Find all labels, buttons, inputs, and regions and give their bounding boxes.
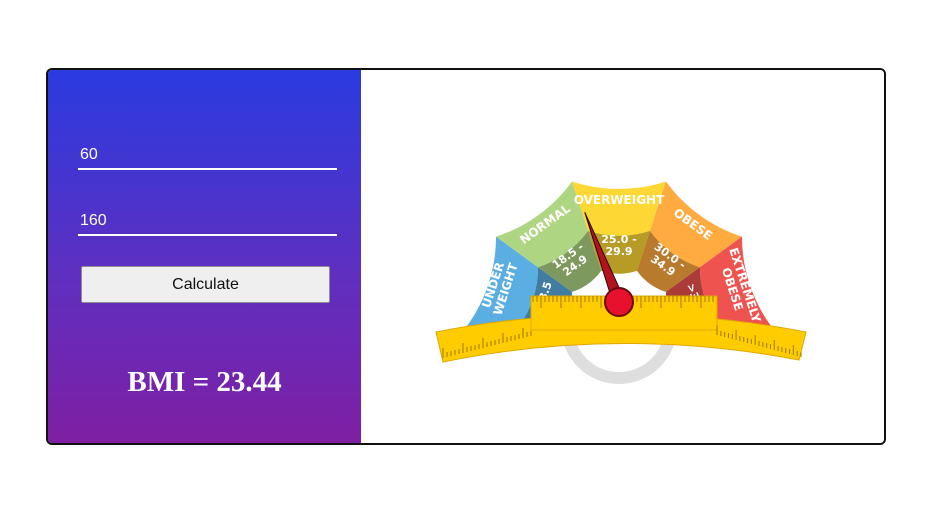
input-panel: Calculate BMI = 23.44 (48, 70, 361, 443)
height-input[interactable] (78, 208, 337, 236)
gauge-panel: UNDERWEIGHT< 18.5NORMAL18.5 -24.9OVERWEI… (361, 70, 884, 443)
bmi-calculator-card: Calculate BMI = 23.44 UNDERWEIGHT< 18.5N… (46, 68, 886, 445)
weight-input[interactable] (78, 142, 337, 170)
gauge-range-label: 25.0 -29.9 (601, 233, 637, 258)
calculate-button[interactable]: Calculate (81, 266, 330, 303)
bmi-result: BMI = 23.44 (127, 366, 282, 398)
gauge-needle-hub (604, 287, 634, 317)
gauge-category-label: OVERWEIGHT (574, 193, 665, 207)
bmi-gauge: UNDERWEIGHT< 18.5NORMAL18.5 -24.9OVERWEI… (435, 181, 807, 384)
